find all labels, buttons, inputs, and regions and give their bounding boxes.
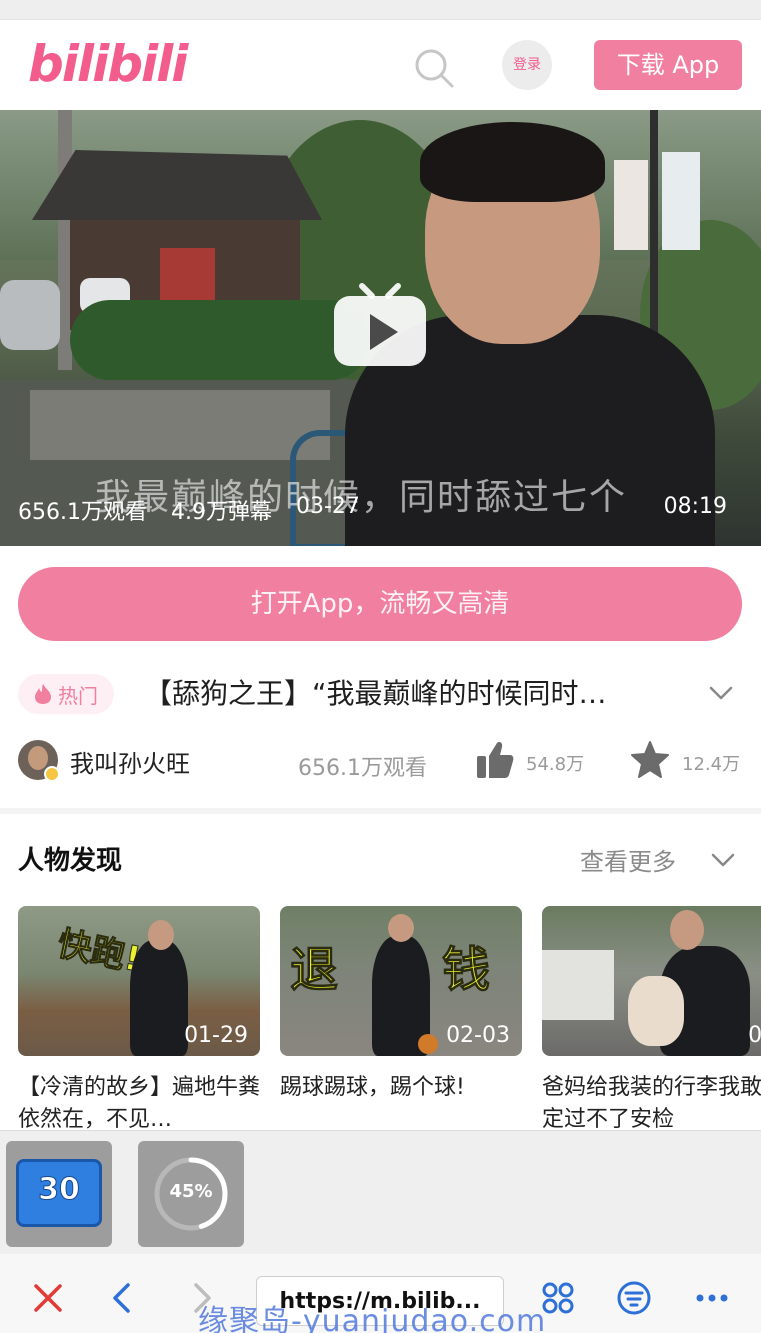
video-frame-person-hair — [420, 122, 605, 202]
download-app-button[interactable]: 下载 App — [594, 40, 742, 90]
search-icon[interactable] — [412, 46, 456, 90]
related-section-header: 人物发现 查看更多 — [18, 836, 742, 880]
image-icon: 30 — [16, 1159, 102, 1227]
thumbnail-figure-head — [148, 920, 174, 950]
star-icon[interactable] — [630, 740, 670, 780]
more-icon[interactable] — [694, 1280, 730, 1316]
watermark-text: 缘聚岛-yuanjudao.com — [198, 1304, 547, 1333]
video-title[interactable]: 【舔狗之王】“我最巅峰的时候同时… — [144, 674, 684, 714]
login-button[interactable]: 登录 — [502, 40, 552, 90]
card-date: 01-29 — [184, 1023, 248, 1048]
video-frame-pavilion-roof — [32, 150, 322, 220]
progress-label: 45% — [169, 1181, 213, 1202]
tab-thumbnail-panel: 30 45% — [0, 1130, 761, 1254]
video-player[interactable]: 我最巅峰的时候，同时舔过七个 656.1万观看 4.9万弹幕 03-27 08:… — [0, 110, 761, 546]
card-date: 02- — [748, 1023, 761, 1048]
avatar-face — [28, 746, 48, 770]
section-title: 人物发现 — [18, 846, 123, 876]
video-frame-wall — [30, 390, 330, 460]
video-thumbnail[interactable]: 02- — [542, 906, 761, 1056]
video-frame-car — [0, 280, 60, 350]
related-video-card[interactable]: 快跑! 01-29 【冷清的故乡】遍地牛粪依然在，不见… — [18, 906, 260, 1136]
tab-thumbnail[interactable]: 45% — [138, 1141, 244, 1247]
back-icon[interactable] — [104, 1280, 140, 1316]
avatar[interactable] — [18, 740, 60, 782]
tab-thumbnail[interactable]: 30 — [6, 1141, 112, 1247]
ball — [418, 1034, 438, 1054]
related-video-card[interactable]: 02- 爸妈给我装的行李我敢肯定过不了安检 — [542, 906, 761, 1136]
chevron-down-icon[interactable] — [710, 850, 736, 870]
related-video-card[interactable]: 退 钱 02-03 踢球踢球，踢个球! — [280, 906, 522, 1136]
hot-label: 热门 — [58, 683, 98, 708]
video-frame-banner — [614, 160, 648, 250]
video-thumbnail[interactable]: 快跑! 01-29 — [18, 906, 260, 1056]
dog — [628, 976, 684, 1046]
video-thumbnail[interactable]: 退 钱 02-03 — [280, 906, 522, 1056]
thumbs-up-icon[interactable] — [476, 740, 514, 780]
section-divider — [0, 808, 761, 814]
card-title[interactable]: 踢球踢球，踢个球! — [280, 1072, 522, 1136]
building — [542, 950, 614, 1020]
site-header: bilibili 登录 下载 App — [0, 20, 761, 110]
player-view-count: 656.1万观看 — [18, 500, 147, 525]
card-date: 02-03 — [446, 1023, 510, 1048]
video-stats: 656.1万观看 4.9万弹幕 03-27 — [18, 494, 360, 526]
tile-label: 30 — [38, 1172, 81, 1208]
verified-badge-icon — [44, 766, 60, 782]
see-more-link[interactable]: 查看更多 — [580, 842, 676, 877]
favorite-count: 12.4万 — [682, 754, 741, 775]
top-status-strip — [0, 0, 761, 20]
card-title[interactable]: 【冷清的故乡】遍地牛粪依然在，不见… — [18, 1072, 260, 1136]
bilibili-logo[interactable]: bilibili — [28, 38, 188, 90]
video-frame-pole — [650, 110, 658, 340]
player-date: 03-27 — [295, 494, 360, 519]
thumbnail-overlay-text: 钱 — [441, 942, 491, 999]
thumbnail-figure-head — [670, 910, 704, 950]
thumbnail-figure-head — [388, 914, 414, 942]
video-meta-row: 我叫孙火旺 656.1万观看 54.8万 12.4万 — [18, 740, 742, 784]
hot-badge[interactable]: 热门 — [18, 674, 114, 714]
related-video-list: 快跑! 01-29 【冷清的故乡】遍地牛粪依然在，不见… 退 钱 02-03 踢… — [18, 906, 761, 1136]
card-title[interactable]: 爸妈给我装的行李我敢肯定过不了安检 — [542, 1072, 761, 1136]
like-count: 54.8万 — [526, 754, 585, 775]
play-icon[interactable] — [332, 282, 428, 368]
flame-icon — [35, 684, 51, 704]
video-duration: 08:19 — [663, 494, 727, 519]
menu-circle-icon[interactable] — [616, 1280, 652, 1316]
author-name[interactable]: 我叫孙火旺 — [70, 744, 190, 779]
player-danmaku-count: 4.9万弹幕 — [170, 500, 272, 525]
video-frame-banner — [662, 152, 700, 250]
open-app-button[interactable]: 打开App，流畅又高清 — [18, 567, 742, 641]
close-icon[interactable] — [30, 1280, 66, 1316]
thumbnail-overlay-text: 退 — [289, 942, 339, 999]
chevron-down-icon[interactable] — [708, 682, 734, 704]
view-count: 656.1万观看 — [298, 756, 427, 781]
video-title-row: 热门 【舔狗之王】“我最巅峰的时候同时… — [18, 668, 742, 720]
video-frame-bush — [70, 300, 370, 380]
thumbnail-figure — [130, 940, 188, 1056]
